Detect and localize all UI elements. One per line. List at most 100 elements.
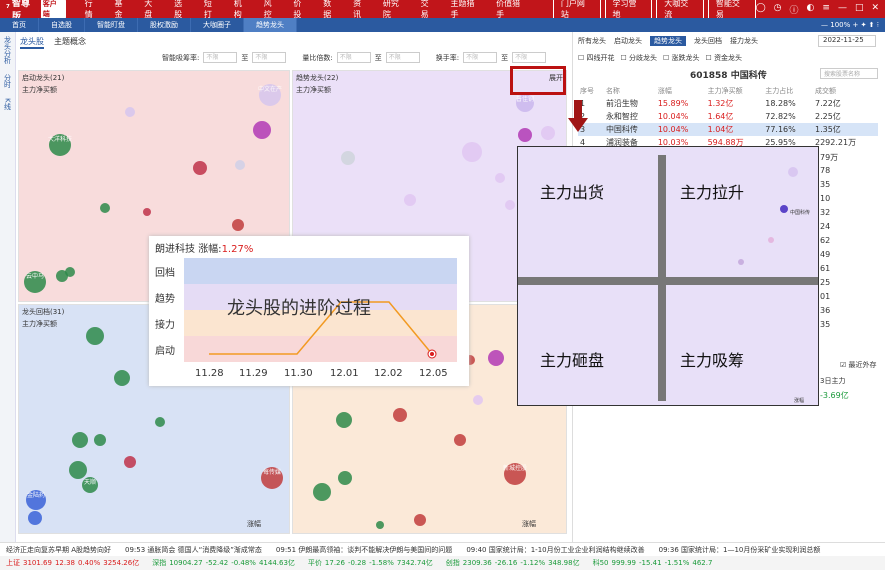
stock-bubble[interactable]	[155, 417, 165, 427]
menu-item[interactable]: 行情	[78, 0, 108, 20]
stock-bubble[interactable]	[100, 203, 110, 213]
stock-bubble[interactable]: 金陆药	[26, 490, 46, 510]
index-item[interactable]: 科50 999.99 -15.41 -1.51% 462.7	[593, 558, 716, 568]
filter-min[interactable]: 不限	[336, 52, 371, 63]
zoom-control[interactable]: — 100% + ✦ ⬆ ⁝	[821, 21, 885, 29]
user-icon[interactable]: ◯	[756, 3, 766, 16]
stock-bubble[interactable]	[404, 194, 416, 206]
stock-bubble[interactable]	[376, 521, 384, 529]
filter-max[interactable]: 不限	[252, 52, 287, 63]
right-tab[interactable]: 趋势龙头	[650, 36, 686, 46]
news-item[interactable]: 09:53 通胀简会 德国人“消费降级”渐成常态	[125, 545, 262, 555]
right-tab[interactable]: 所有龙头	[578, 36, 606, 46]
index-item[interactable]: 创指 2309.36 -26.16 -1.12% 348.98亿	[446, 558, 583, 568]
info-icon[interactable]: ⓘ	[790, 3, 799, 16]
stock-bubble[interactable]	[505, 200, 515, 210]
stock-bubble[interactable]: 普佳铜	[516, 94, 534, 112]
menu-item[interactable]: 价值猎手	[489, 0, 535, 20]
menu-item[interactable]: 风控	[257, 0, 287, 20]
news-item[interactable]: 09:51 伊朗最高领袖：谈判不能解决伊朗与美国间的问题	[276, 545, 452, 555]
right-tab[interactable]: 龙头回档	[694, 36, 722, 46]
menu-item[interactable]: 研究院	[376, 0, 414, 20]
right-tab[interactable]: 接力龙头	[730, 36, 758, 46]
stock-bubble[interactable]	[541, 126, 555, 140]
filter-min[interactable]: 不限	[463, 52, 498, 63]
news-item[interactable]: 经济正走向复苏早期 A股趋势向好	[6, 545, 111, 555]
menu-icon[interactable]: ≡	[822, 3, 830, 16]
check-item[interactable]: ☐ 四线开花	[578, 53, 615, 63]
stock-bubble[interactable]	[124, 456, 136, 468]
index-item[interactable]: 深指 10904.27 -52.42 -0.48% 4144.63亿	[152, 558, 298, 568]
index-item[interactable]: 上证 3101.69 12.38 0.40% 3254.26亿	[6, 558, 142, 568]
clock-icon[interactable]: ◷	[774, 3, 782, 16]
minimize-icon[interactable]: —	[838, 3, 847, 16]
stock-bubble[interactable]	[235, 160, 245, 170]
stock-bubble[interactable]	[454, 434, 466, 446]
menu-item[interactable]: 交易	[414, 0, 444, 20]
stock-bubble[interactable]	[143, 208, 151, 216]
stock-bubble[interactable]	[193, 161, 207, 175]
stock-bubble[interactable]	[393, 408, 407, 422]
tab[interactable]: 首页	[0, 18, 39, 32]
col-header[interactable]: 成交额	[813, 84, 878, 97]
rail-item[interactable]: 分时	[3, 74, 13, 88]
check-item[interactable]: ☐ 资金龙头	[706, 53, 743, 63]
check-item[interactable]: ☐ 分歧龙头	[621, 53, 658, 63]
news-item[interactable]: 09:40 国家统计局：1-10月份工业企业利润结构继续改善	[466, 545, 644, 555]
stock-bubble[interactable]	[495, 173, 505, 183]
close-icon[interactable]: ✕	[871, 3, 879, 16]
date-picker[interactable]: 2022-11-25	[818, 35, 876, 47]
stock-bubble[interactable]: 新城控股	[503, 463, 527, 485]
stock-bubble[interactable]	[253, 121, 271, 139]
stock-bubble[interactable]	[341, 151, 355, 165]
index-item[interactable]: 平价 17.26 -0.28 -1.58% 7342.74亿	[308, 558, 436, 568]
side-checkbox[interactable]: ☑ 最近外存	[840, 360, 877, 370]
stock-bubble[interactable]	[414, 514, 426, 526]
table-row[interactable]: 3 中国科传 10.04% 1.04亿 77.16% 1.35亿	[578, 123, 878, 136]
tab[interactable]: 股权激励	[138, 18, 191, 32]
stock-bubble[interactable]: 云中马	[24, 271, 46, 293]
stock-bubble[interactable]: 中文在产	[258, 84, 282, 106]
search-input[interactable]: 搜索股票名称	[820, 68, 878, 79]
stock-bubble[interactable]	[69, 461, 87, 479]
stock-bubble[interactable]	[313, 483, 331, 501]
stock-bubble[interactable]: 大洋科技	[48, 134, 72, 156]
stock-bubble[interactable]	[338, 471, 352, 485]
col-header[interactable]: 名称	[604, 84, 656, 97]
filter-max[interactable]: 不限	[385, 52, 420, 63]
stock-bubble[interactable]	[473, 395, 483, 405]
stock-bubble[interactable]: 天顺	[82, 477, 98, 493]
stock-bubble[interactable]	[86, 327, 104, 345]
col-header[interactable]: 涨幅	[656, 84, 706, 97]
menu-item[interactable]: 短打	[197, 0, 227, 20]
menu-item[interactable]: 机构	[227, 0, 257, 20]
filter-min[interactable]: 不限	[203, 52, 238, 63]
subtab-dragon[interactable]: 龙头股	[20, 36, 44, 49]
stock-bubble[interactable]	[65, 267, 75, 277]
menu-item[interactable]: 大盘	[137, 0, 167, 20]
stock-bubble[interactable]	[28, 511, 42, 525]
check-item[interactable]: ☐ 涨跌龙头	[663, 53, 700, 63]
tab[interactable]: 智能盯盘	[85, 18, 138, 32]
stock-bubble[interactable]	[94, 434, 106, 446]
menu-item[interactable]: 基金	[107, 0, 137, 20]
skin-icon[interactable]: ◐	[807, 3, 815, 16]
stock-bubble[interactable]	[518, 128, 532, 142]
menu-item[interactable]: 价投	[286, 0, 316, 20]
rail-item[interactable]: 龙头分析	[3, 36, 13, 64]
stock-bubble[interactable]	[125, 107, 135, 117]
stock-bubble[interactable]	[336, 412, 352, 428]
col-header[interactable]: 序号	[578, 84, 604, 97]
col-header[interactable]: 主力净买额	[706, 84, 764, 97]
tab[interactable]: 自选股	[39, 18, 85, 32]
stock-bubble[interactable]	[462, 142, 482, 162]
menu-item[interactable]: 选股	[167, 0, 197, 20]
stock-bubble[interactable]	[114, 370, 130, 386]
menu-item[interactable]: 资讯	[346, 0, 376, 20]
rail-item[interactable]: K线	[3, 98, 13, 110]
maximize-icon[interactable]: □	[855, 3, 864, 16]
stock-bubble[interactable]: 每传媒	[261, 467, 283, 489]
stock-bubble[interactable]	[232, 219, 244, 231]
stock-bubble[interactable]	[488, 350, 504, 366]
tab[interactable]: 大咖圈子	[191, 18, 244, 32]
